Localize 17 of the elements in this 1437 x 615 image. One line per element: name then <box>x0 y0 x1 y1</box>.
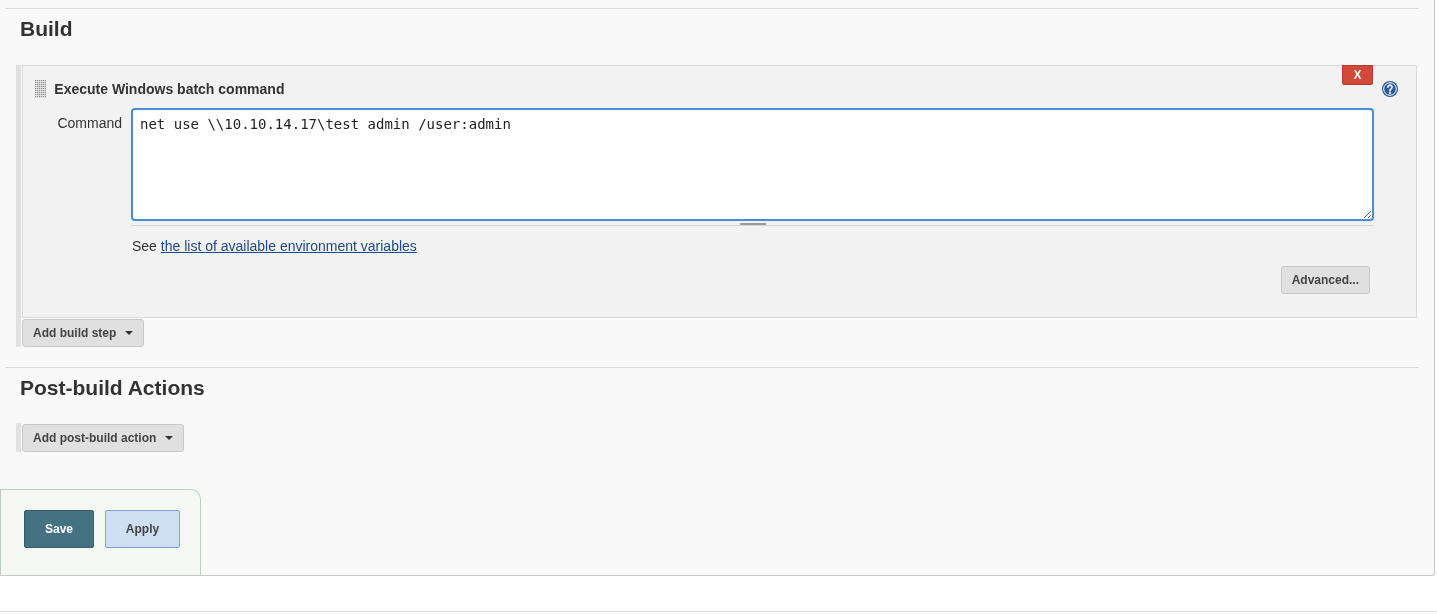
drag-handle-icon[interactable] <box>35 80 47 98</box>
help-icon[interactable] <box>1382 81 1398 97</box>
help-text: See the list of available environment variables <box>131 238 417 255</box>
section-heading: Post-build Actions <box>20 376 205 400</box>
caret-icon <box>165 436 174 440</box>
step-title: Execute Windows batch command <box>54 80 285 98</box>
delete-button[interactable]: X <box>1342 65 1373 85</box>
advanced-button[interactable]: Advanced... <box>1280 266 1370 294</box>
command-field[interactable]: net use \\10.10.14.17\test admin /user:admin <box>131 108 1374 221</box>
environment-variables-link[interactable]: the list of available environment variables <box>160 238 417 254</box>
add-dropdown-button[interactable]: Add build step <box>22 319 145 347</box>
section-heading: Build <box>20 17 73 41</box>
apply-button[interactable]: Apply <box>105 510 180 548</box>
add-dropdown-button[interactable]: Add post-build action <box>22 424 185 452</box>
field-label: Command <box>57 115 122 132</box>
caret-icon <box>125 331 134 335</box>
save-button[interactable]: Save <box>24 510 94 548</box>
